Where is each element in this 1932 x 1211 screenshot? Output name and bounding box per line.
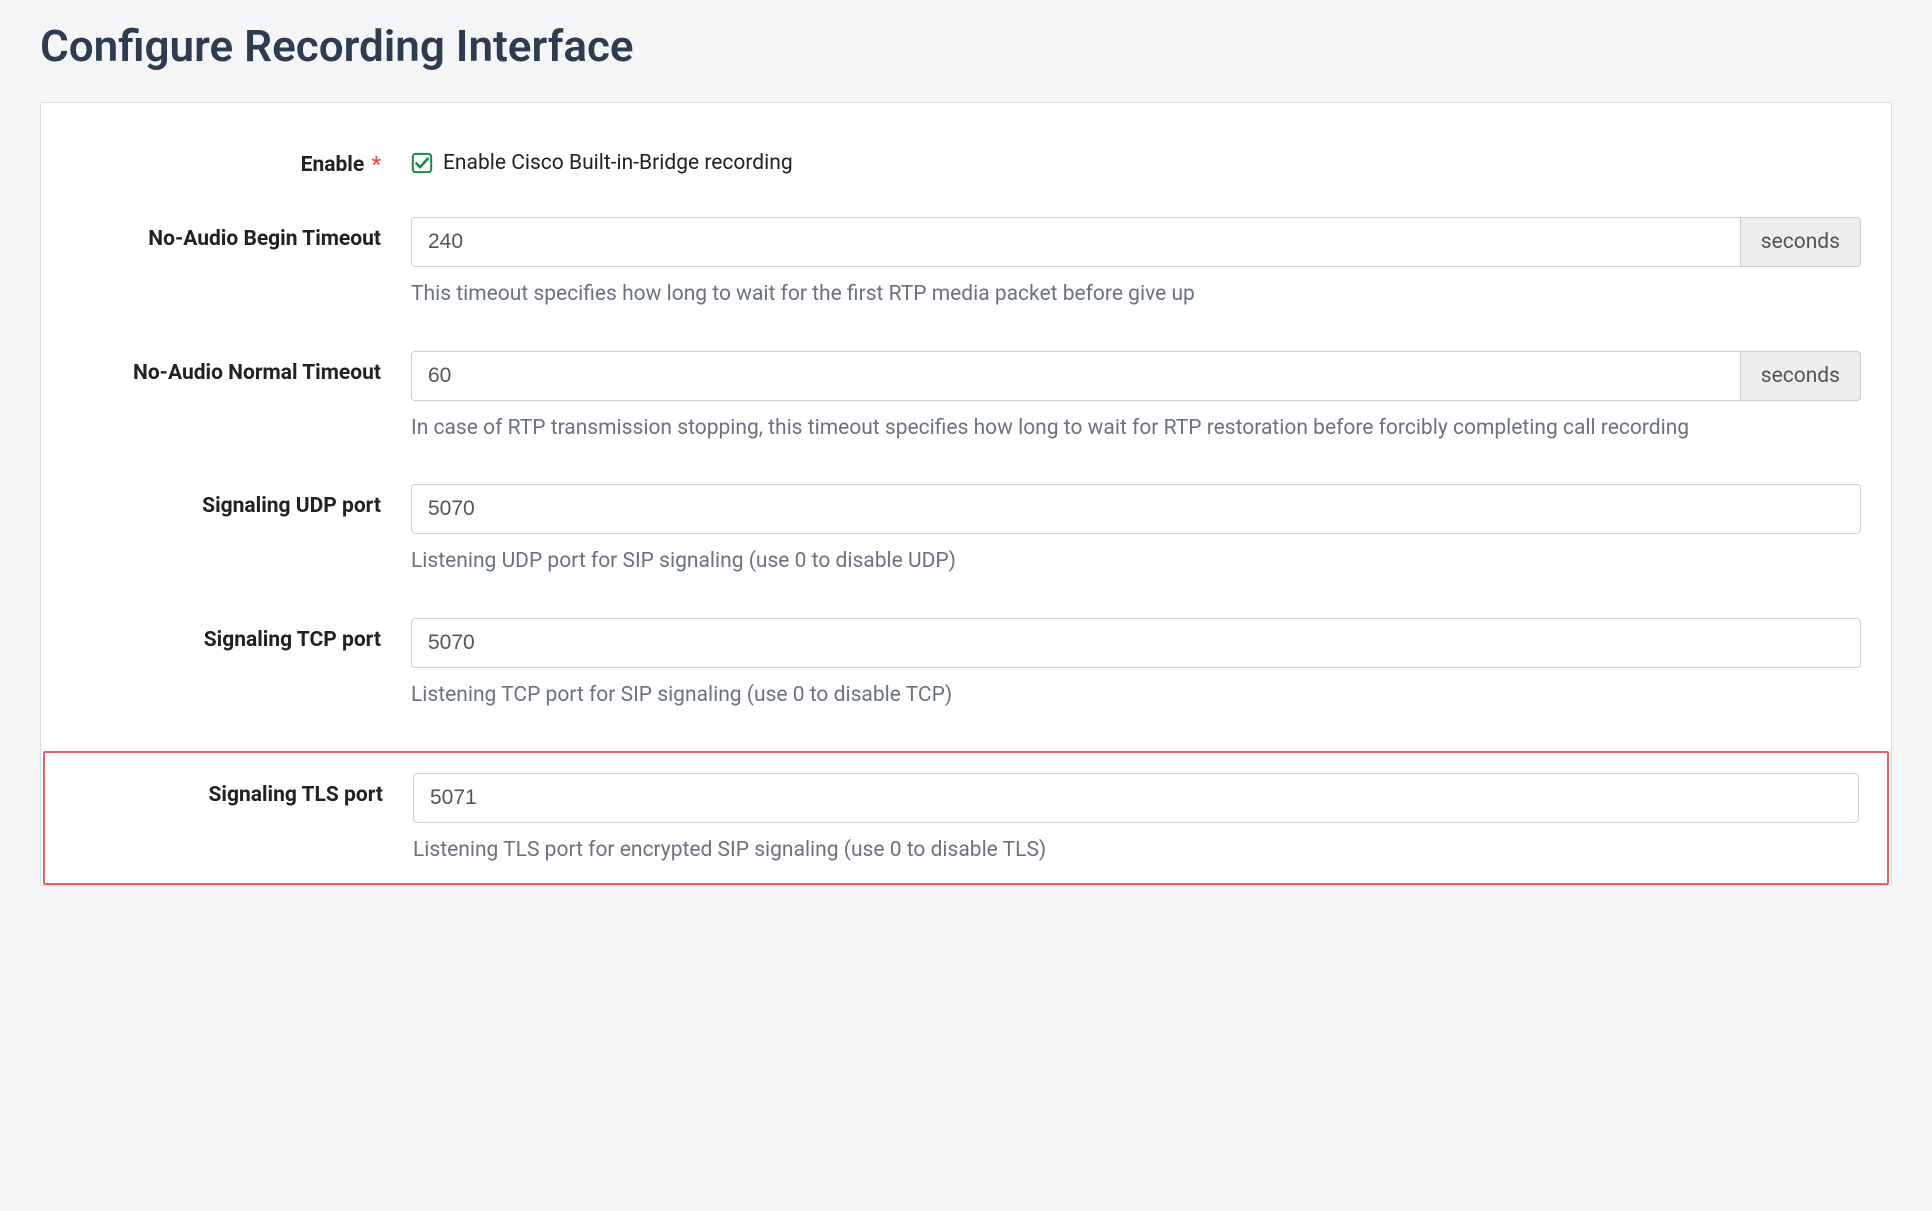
row-sig-udp: Signaling UDP port Listening UDP port fo…	[71, 484, 1861, 578]
page-title: Configure Recording Interface	[40, 20, 1892, 72]
sig-tls-input[interactable]	[413, 773, 1859, 823]
label-sig-udp: Signaling UDP port	[71, 484, 411, 518]
required-asterisk: *	[371, 153, 381, 177]
row-no-audio-begin: No-Audio Begin Timeout seconds This time…	[71, 217, 1861, 311]
help-sig-tcp: Listening TCP port for SIP signaling (us…	[411, 680, 1861, 712]
no-audio-begin-input[interactable]	[411, 217, 1741, 267]
help-sig-udp: Listening UDP port for SIP signaling (us…	[411, 546, 1861, 578]
unit-seconds: seconds	[1741, 351, 1861, 401]
control-sig-tls: Listening TLS port for encrypted SIP sig…	[413, 773, 1859, 867]
help-no-audio-begin: This timeout specifies how long to wait …	[411, 279, 1861, 311]
help-sig-tls: Listening TLS port for encrypted SIP sig…	[413, 835, 1859, 867]
row-enable: Enable * Enable Cisco Built-in-Bridge re…	[71, 143, 1861, 177]
control-no-audio-begin: seconds This timeout specifies how long …	[411, 217, 1861, 311]
control-sig-udp: Listening UDP port for SIP signaling (us…	[411, 484, 1861, 578]
label-enable: Enable *	[71, 143, 411, 177]
input-group-no-audio-normal: seconds	[411, 351, 1861, 401]
control-enable: Enable Cisco Built-in-Bridge recording	[411, 143, 1861, 175]
enable-checkbox-label: Enable Cisco Built-in-Bridge recording	[443, 151, 793, 175]
control-no-audio-normal: seconds In case of RTP transmission stop…	[411, 351, 1861, 445]
row-sig-tls: Signaling TLS port Listening TLS port fo…	[73, 773, 1859, 867]
config-panel: Enable * Enable Cisco Built-in-Bridge re…	[40, 102, 1892, 886]
help-no-audio-normal: In case of RTP transmission stopping, th…	[411, 413, 1861, 445]
label-enable-text: Enable	[301, 153, 365, 177]
unit-seconds: seconds	[1741, 217, 1861, 267]
row-no-audio-normal: No-Audio Normal Timeout seconds In case …	[71, 351, 1861, 445]
label-sig-tcp: Signaling TCP port	[71, 618, 411, 652]
sig-udp-input[interactable]	[411, 484, 1861, 534]
row-sig-tcp: Signaling TCP port Listening TCP port fo…	[71, 618, 1861, 712]
control-sig-tcp: Listening TCP port for SIP signaling (us…	[411, 618, 1861, 712]
highlight-sig-tls: Signaling TLS port Listening TLS port fo…	[43, 751, 1889, 885]
input-group-no-audio-begin: seconds	[411, 217, 1861, 267]
checkbox-checked-icon[interactable]	[411, 152, 433, 174]
enable-checkbox-row[interactable]: Enable Cisco Built-in-Bridge recording	[411, 143, 1861, 175]
label-sig-tls: Signaling TLS port	[73, 773, 413, 807]
label-no-audio-normal: No-Audio Normal Timeout	[71, 351, 411, 385]
no-audio-normal-input[interactable]	[411, 351, 1741, 401]
label-no-audio-begin: No-Audio Begin Timeout	[71, 217, 411, 251]
sig-tcp-input[interactable]	[411, 618, 1861, 668]
